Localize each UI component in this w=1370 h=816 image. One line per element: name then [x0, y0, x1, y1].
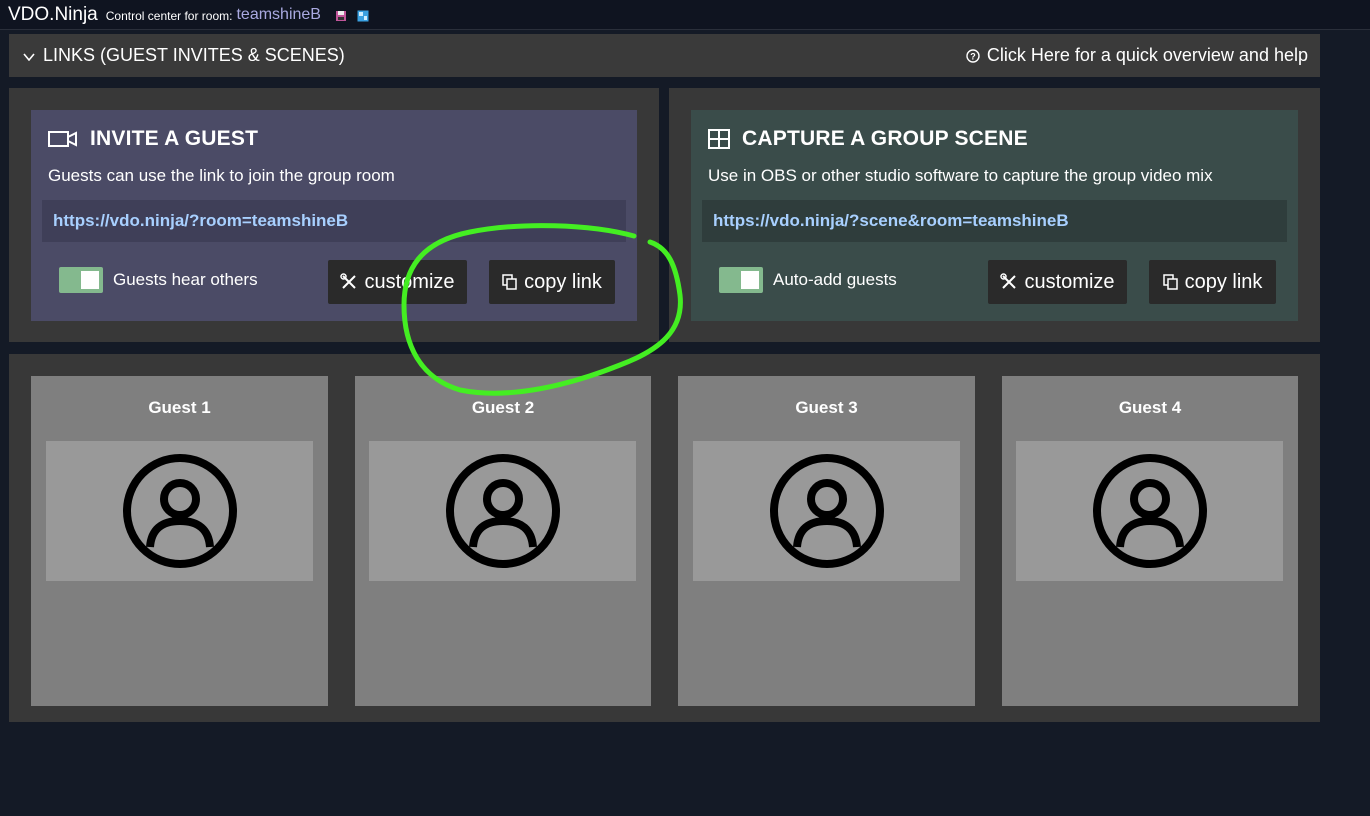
links-bar: LINKS (GUEST INVITES & SCENES) ? Click H… — [9, 34, 1320, 77]
question-circle-icon: ? — [966, 48, 980, 63]
user-avatar-icon — [769, 453, 885, 569]
guest-video-placeholder — [693, 441, 960, 581]
user-avatar-icon — [1092, 453, 1208, 569]
scene-description: Use in OBS or other studio software to c… — [708, 166, 1213, 185]
copy-icon — [502, 274, 524, 290]
grid-icon — [708, 129, 742, 149]
scene-customize-button[interactable]: customize — [988, 260, 1127, 304]
invite-copy-link-button[interactable]: copy link — [489, 260, 615, 304]
guests-hear-others-label: Guests hear others — [113, 270, 258, 289]
invite-customize-label: customize — [364, 270, 455, 293]
invite-link[interactable]: https://vdo.ninja/?room=teamshineB — [42, 200, 626, 242]
scene-title: CAPTURE A GROUP SCENE — [742, 127, 1028, 150]
triangle-down-icon — [23, 45, 35, 66]
guests-hear-others-toggle[interactable] — [59, 267, 103, 293]
invite-card: INVITE A GUEST Guests can use the link t… — [31, 110, 637, 321]
guest-label: Guest 3 — [795, 398, 858, 417]
scene-customize-label: customize — [1024, 270, 1115, 293]
app-brand: VDO.Ninja — [8, 3, 98, 25]
links-toggle[interactable]: LINKS (GUEST INVITES & SCENES) — [23, 45, 345, 66]
guest-label: Guest 4 — [1118, 398, 1182, 417]
invite-title-row: INVITE A GUEST — [48, 127, 258, 151]
help-link-label: Click Here for a quick overview and help — [986, 45, 1308, 65]
tools-icon — [340, 273, 364, 291]
user-avatar-icon — [445, 453, 561, 569]
save-icon[interactable] — [335, 9, 347, 21]
invite-title: INVITE A GUEST — [90, 127, 259, 150]
scene-link[interactable]: https://vdo.ninja/?scene&room=teamshineB — [702, 200, 1287, 242]
guest-label: Guest 2 — [471, 398, 535, 417]
invite-customize-button[interactable]: customize — [328, 260, 467, 304]
guest-video-placeholder — [369, 441, 636, 581]
scene-copy-label: copy link — [1184, 270, 1263, 293]
auto-add-guests-label: Auto-add guests — [773, 270, 897, 289]
invite-copy-label: copy link — [524, 270, 602, 293]
links-toggle-label: LINKS (GUEST INVITES & SCENES) — [43, 45, 345, 65]
guest-slot-3[interactable]: Guest 3 — [678, 376, 975, 706]
top-bar: VDO.Ninja Control center for room: teams… — [0, 0, 1370, 30]
help-link[interactable]: ? Click Here for a quick overview and he… — [966, 45, 1308, 66]
guest-slot-2[interactable]: Guest 2 — [355, 376, 651, 706]
window-icon[interactable] — [357, 9, 369, 21]
guest-label: Guest 1 — [148, 398, 211, 417]
room-caption: Control center for room: — [105, 9, 233, 23]
copy-icon — [1162, 274, 1185, 290]
scene-title-row: CAPTURE A GROUP SCENE — [708, 127, 1028, 151]
guest-slot-4[interactable]: Guest 4 — [1002, 376, 1298, 706]
user-avatar-icon — [122, 453, 238, 569]
auto-add-guests-toggle[interactable] — [719, 267, 763, 293]
tools-icon — [1000, 273, 1024, 291]
room-name: teamshineB — [236, 5, 321, 23]
guest-video-placeholder — [46, 441, 313, 581]
video-camera-icon — [48, 130, 90, 148]
guest-slot-1[interactable]: Guest 1 — [31, 376, 328, 706]
invite-description: Guests can use the link to join the grou… — [48, 166, 395, 185]
scene-copy-link-button[interactable]: copy link — [1149, 260, 1276, 304]
guest-video-placeholder — [1016, 441, 1283, 581]
svg-text:?: ? — [970, 51, 976, 61]
scene-card: CAPTURE A GROUP SCENE Use in OBS or othe… — [691, 110, 1298, 321]
